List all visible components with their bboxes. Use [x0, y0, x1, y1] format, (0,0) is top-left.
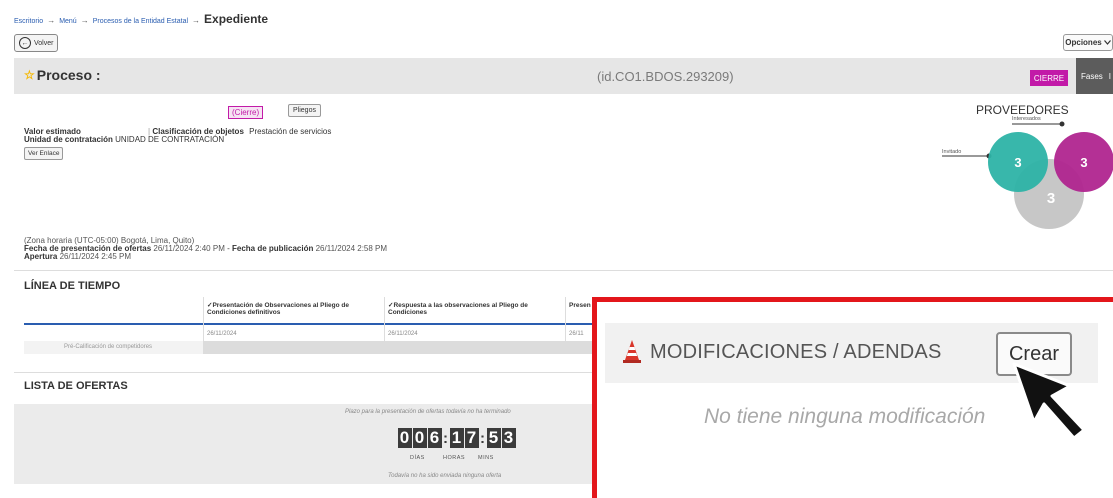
- fecha-publicacion-value: 26/11/2024 2:58 PM: [315, 244, 388, 253]
- apertura-row: Apertura 26/11/2024 2:45 PM: [24, 252, 132, 261]
- venn-count-magenta: 3: [1080, 155, 1087, 170]
- process-header: [14, 58, 1113, 94]
- breadcrumb-separator: →: [192, 16, 201, 25]
- breadcrumb-separator: →: [47, 16, 56, 25]
- process-state-label: (Cierre): [228, 106, 264, 119]
- clasificacion-value: Prestación de servicios: [249, 127, 332, 136]
- countdown-digit: 0: [397, 428, 412, 448]
- venn-count-gray: 3: [1047, 190, 1055, 207]
- fases-tab[interactable]: Fases I: [1076, 58, 1113, 94]
- breadcrumb-separator: →: [80, 16, 89, 25]
- timeline-date-2: 26/11/2024: [388, 331, 418, 337]
- proveedores-venn: 3 3 3: [942, 121, 1113, 229]
- offers-title: LISTA DE OFERTAS: [24, 380, 128, 392]
- timeline-table: ✓Presentación de Observaciones al Pliego…: [24, 297, 597, 354]
- back-button-label: Volver: [34, 39, 54, 47]
- countdown-hours-label: HORAS: [443, 455, 466, 461]
- countdown-digit: 6: [427, 428, 442, 448]
- traffic-cone-icon: [623, 340, 641, 363]
- divider: [14, 372, 597, 373]
- apertura-value: 26/11/2024 2:45 PM: [59, 252, 132, 261]
- countdown-digit: 3: [501, 428, 516, 448]
- process-title-text: Proceso :: [36, 67, 101, 83]
- page-title: Expediente: [204, 12, 269, 26]
- process-id: (id.CO1.BDOS.293209): [597, 69, 734, 84]
- venn-count-teal: 3: [1014, 155, 1021, 170]
- timeline-title: LÍNEA DE TIEMPO: [24, 280, 121, 292]
- timeline-date-3: 26/11: [569, 331, 584, 337]
- offers-notice: Plazo para la presentación de ofertas to…: [345, 409, 511, 415]
- countdown-digit: 0: [412, 428, 427, 448]
- breadcrumb-menu[interactable]: Menú: [59, 18, 77, 25]
- countdown-mins-label: MINS: [478, 455, 494, 461]
- proveedores-title: PROVEEDORES: [976, 103, 1069, 117]
- status-badge: CIERRE: [1030, 70, 1068, 86]
- modificaciones-title: MODIFICACIONES / ADENDAS: [650, 341, 942, 363]
- star-icon[interactable]: ☆: [24, 68, 35, 82]
- unidad-row: Unidad de contratación UNIDAD DE CONTRAT…: [24, 135, 224, 144]
- countdown-days-label: DÍAS: [410, 455, 425, 461]
- unidad-label: Unidad de contratación: [24, 135, 113, 144]
- unidad-value: UNIDAD DE CONTRATACIÓN: [115, 135, 225, 144]
- timeline-col-1: ✓Presentación de Observaciones al Pliego…: [207, 302, 350, 316]
- countdown-digit: 5: [486, 428, 501, 448]
- process-title: ☆ Proceso :: [24, 67, 101, 83]
- countdown-digit: 1: [449, 428, 464, 448]
- arrow-left-icon: ←: [19, 37, 31, 49]
- fecha-presentacion-value: 26/11/2024 2:40 PM: [153, 244, 225, 253]
- options-button-label: Opciones: [1065, 38, 1102, 47]
- timeline-date-1: 26/11/2024: [207, 331, 237, 337]
- breadcrumb: Escritorio → Menú → Procesos de la Entid…: [14, 12, 268, 26]
- timeline-col-2: ✓Respuesta a las observaciones al Pliego…: [388, 302, 528, 316]
- breadcrumb-escritorio[interactable]: Escritorio: [14, 18, 43, 25]
- mouse-cursor-icon: [1012, 362, 1086, 440]
- options-button[interactable]: Opciones: [1063, 34, 1113, 51]
- timeline-row-label: Pré-Calificación de competidores: [64, 344, 153, 350]
- back-button[interactable]: ← Volver: [14, 34, 59, 52]
- breadcrumb-procesos[interactable]: Procesos de la Entidad Estatal: [93, 18, 188, 25]
- ver-enlace-button[interactable]: Ver Enlace: [24, 147, 64, 160]
- fases-tab-label: Fases: [1081, 71, 1103, 81]
- timeline-bar: [203, 341, 597, 354]
- no-modificaciones-text: No tiene ninguna modificación: [704, 405, 986, 428]
- no-offers-text: Todavía no ha sido enviada ninguna ofert…: [388, 473, 502, 479]
- chevron-down-icon: [1103, 40, 1111, 45]
- divider: [14, 270, 1113, 271]
- pliegos-button[interactable]: Pliegos: [288, 104, 321, 117]
- countdown: 006:17:53: [397, 428, 516, 448]
- countdown-digit: 7: [464, 428, 479, 448]
